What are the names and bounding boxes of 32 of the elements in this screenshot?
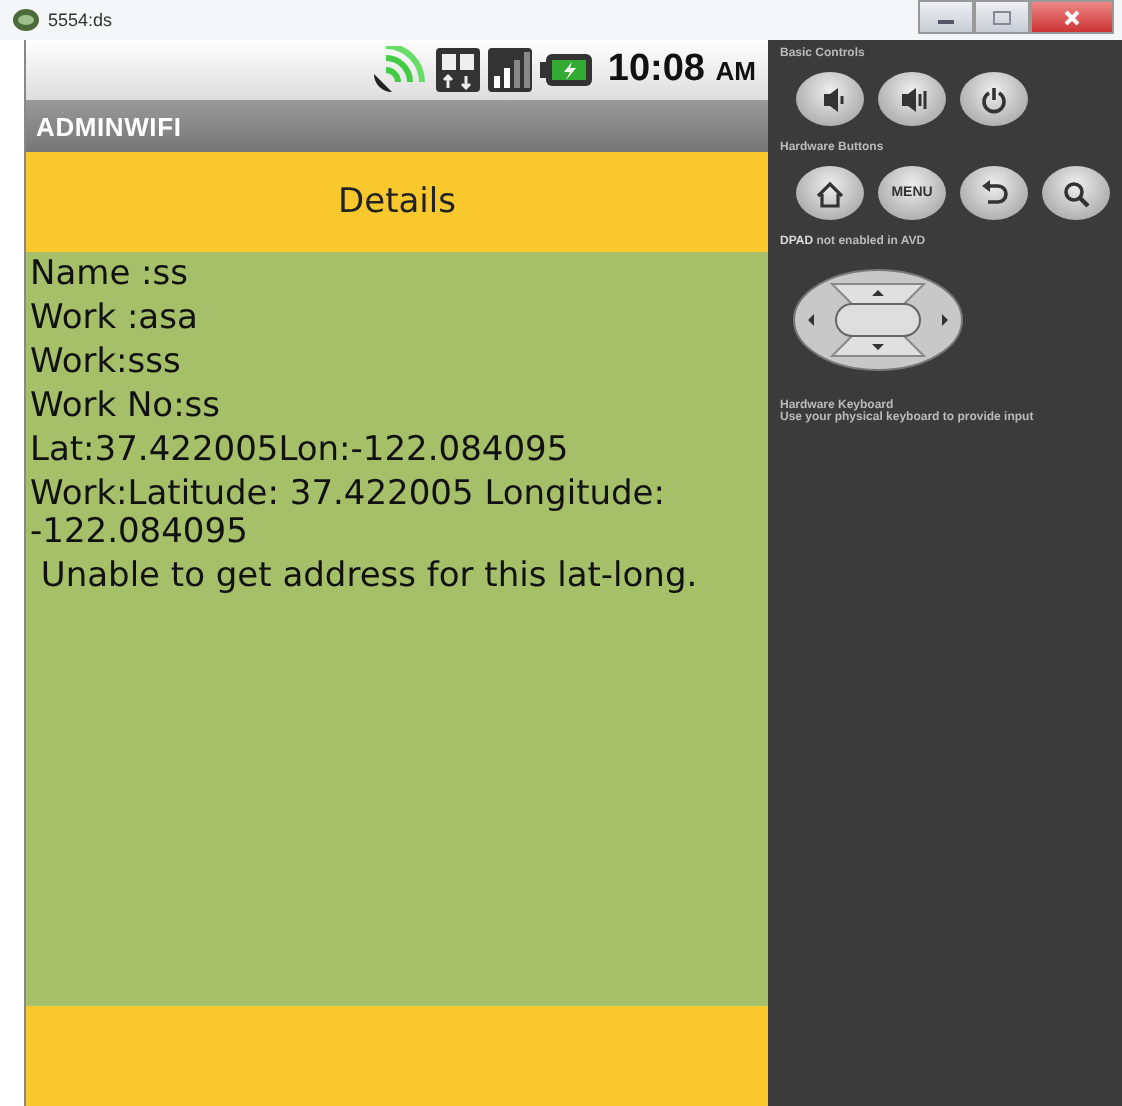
detail-text: Work :asa <box>30 300 200 338</box>
volume-up-button[interactable] <box>878 72 946 126</box>
detail-text: Name :ss <box>30 256 190 294</box>
app-icon <box>12 8 40 32</box>
maximize-icon <box>992 9 1012 25</box>
speaker-loud-icon <box>896 83 928 115</box>
network-3g-icon <box>435 48 480 92</box>
power-icon <box>978 83 1010 115</box>
detail-text: Unable to get address for this lat-long. <box>38 558 700 596</box>
search-button[interactable] <box>1042 166 1110 220</box>
volume-down-button[interactable] <box>796 72 864 126</box>
detail-text: Work No:ss <box>30 388 223 426</box>
battery-icon <box>539 54 592 86</box>
close-icon <box>1062 9 1082 25</box>
minimize-button[interactable] <box>918 0 974 34</box>
house-icon <box>814 177 846 209</box>
back-arrow-icon <box>978 177 1010 209</box>
home-button[interactable] <box>796 166 864 220</box>
signal-bars-icon <box>487 48 532 92</box>
power-button[interactable] <box>960 72 1028 126</box>
close-button[interactable] <box>1030 0 1114 34</box>
maximize-button[interactable] <box>974 0 1030 34</box>
detail-text: Work:sss <box>30 344 183 382</box>
back-button[interactable] <box>960 166 1028 220</box>
app-title: ADMINWIFI <box>36 111 182 141</box>
header-title: Details <box>338 182 456 222</box>
detail-text: Lat:37.422005Lon:-122.084095 <box>30 432 571 470</box>
window-title: 5554:ds <box>48 10 113 30</box>
dpad-control[interactable] <box>792 268 964 372</box>
clock: 10:08 AM <box>607 48 756 92</box>
search-icon <box>1060 177 1092 209</box>
detail-text: Work:Latitude: 37.422005 Longitude: -122.084095 <box>30 476 667 552</box>
